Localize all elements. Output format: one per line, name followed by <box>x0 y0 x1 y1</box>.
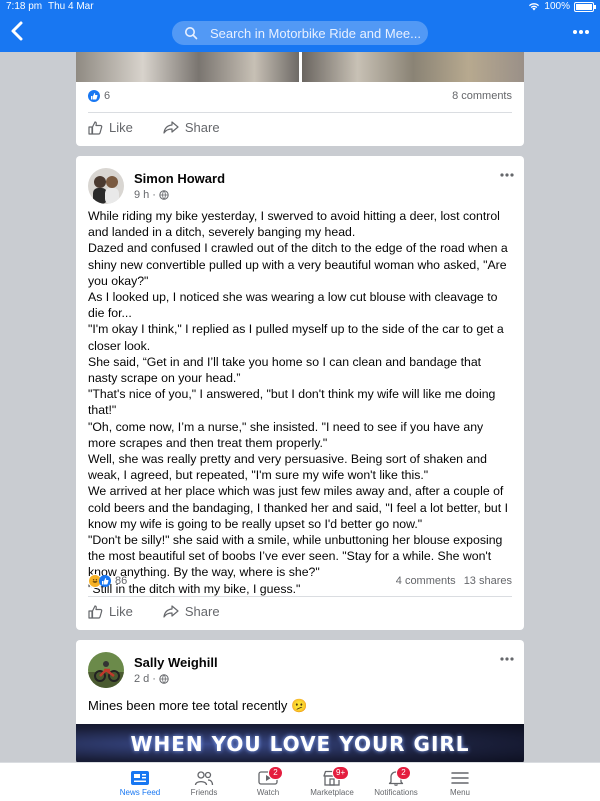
avatar[interactable] <box>88 652 124 688</box>
divider <box>88 112 512 113</box>
tab-label: News Feed <box>119 788 161 797</box>
post-card-2: Simon Howard 9 h · While riding my bike … <box>76 156 524 630</box>
avatar[interactable] <box>88 168 124 204</box>
post-text-line: As I looked up, I noticed she was wearin… <box>88 290 498 321</box>
post-text-line: "That's nice of you," I answered, "but I… <box>88 387 496 418</box>
battery-percent: 100% <box>544 1 570 12</box>
post-card-3: Sally Weighill 2 d · Mines been more tee… <box>76 640 524 764</box>
share-label: Share <box>184 604 220 619</box>
post-header: Sally Weighill 2 d · <box>88 652 218 688</box>
post-options-button[interactable] <box>500 164 514 180</box>
status-date: Thu 4 Mar <box>48 1 94 12</box>
like-label: Like <box>109 604 133 619</box>
search-placeholder: Search in Motorbike Ride and Mee... <box>210 25 421 41</box>
status-bar: 7:18 pm Thu 4 Mar 100% <box>0 0 600 14</box>
post-text-line: "I'm okay I think," I replied as I pulle… <box>88 322 504 353</box>
notification-badge: 9+ <box>332 766 350 780</box>
share-arrow-icon <box>163 121 179 134</box>
reaction-count: 6 <box>104 90 111 102</box>
tab-label: Menu <box>449 788 470 797</box>
divider <box>88 596 512 597</box>
tab-friends[interactable]: Friends <box>171 763 237 801</box>
back-button[interactable] <box>10 20 24 47</box>
post-actions: Like Share <box>88 604 220 619</box>
chevron-left-icon <box>11 21 23 41</box>
post-reactions[interactable]: 6 8 comments <box>88 90 512 102</box>
like-button[interactable]: Like <box>88 120 133 135</box>
author-name[interactable]: Simon Howard <box>134 171 225 186</box>
news-feed-icon <box>131 771 149 785</box>
post-meta: 2 d · <box>134 673 218 685</box>
thumbs-up-icon <box>88 120 103 135</box>
post-text-line: While riding my bike yesterday, I swerve… <box>88 209 500 240</box>
tab-watch[interactable]: 2 Watch <box>235 763 301 801</box>
group-search-field[interactable]: Search in Motorbike Ride and Mee... <box>172 21 428 45</box>
post-card-1: 6 8 comments Like Share <box>76 52 524 146</box>
group-privacy-icon <box>159 674 169 684</box>
post-text-line: We arrived at her place which was just f… <box>88 484 509 531</box>
post-reactions[interactable]: 86 4 comments 13 shares <box>88 574 512 588</box>
post-header: Simon Howard 9 h · <box>88 168 225 204</box>
post-text-line: "Oh, come now, I’m a nurse," she insiste… <box>88 419 484 450</box>
post-meta: 9 h · <box>134 189 225 201</box>
share-button[interactable]: Share <box>163 120 220 135</box>
post-options-button[interactable] <box>500 648 514 664</box>
hamburger-menu-icon <box>451 772 469 784</box>
post-time[interactable]: 9 h <box>134 189 149 201</box>
tab-menu[interactable]: Menu <box>427 763 493 801</box>
group-header: Search in Motorbike Ride and Mee... <box>0 14 600 52</box>
post-text: Mines been more tee total recently 🫤 <box>88 698 308 713</box>
comment-count[interactable]: 8 comments <box>452 90 512 102</box>
status-right: 100% <box>528 1 596 12</box>
like-label: Like <box>109 120 133 135</box>
thumbs-up-icon <box>88 604 103 619</box>
more-dots-icon <box>500 173 514 177</box>
author-name[interactable]: Sally Weighill <box>134 655 218 670</box>
more-dots-icon <box>500 657 514 661</box>
friends-icon <box>194 771 214 786</box>
post-text: While riding my bike yesterday, I swerve… <box>88 208 512 597</box>
comment-count[interactable]: 4 comments <box>396 575 456 587</box>
tab-label: Friends <box>190 788 218 797</box>
search-icon <box>184 26 204 40</box>
post-text-line: Dazed and confused I crawled out of the … <box>88 241 508 288</box>
tab-notifications[interactable]: 2 Notifications <box>363 763 429 801</box>
bottom-tab-bar: News Feed Friends 2 Watch 9+ Marketplace… <box>0 762 600 801</box>
post-image-strip[interactable] <box>76 52 524 82</box>
battery-icon <box>574 1 596 12</box>
post-image-caption: WHEN YOU LOVE YOUR GIRL <box>130 732 470 756</box>
like-button[interactable]: Like <box>88 604 133 619</box>
share-arrow-icon <box>163 605 179 618</box>
share-label: Share <box>184 120 220 135</box>
tab-marketplace[interactable]: 9+ Marketplace <box>299 763 365 801</box>
tab-label: Marketplace <box>310 788 354 797</box>
tab-label: Watch <box>256 788 280 797</box>
post-actions: Like Share <box>88 120 220 135</box>
like-reaction-icon <box>88 90 100 102</box>
post-text-line: She said, “Get in and I’ll take you home… <box>88 354 482 386</box>
like-reaction-icon <box>99 575 111 587</box>
share-count[interactable]: 13 shares <box>464 575 512 587</box>
more-dots-icon <box>573 30 589 34</box>
post-image[interactable]: WHEN YOU LOVE YOUR GIRL <box>76 724 524 764</box>
notification-badge: 2 <box>268 766 283 780</box>
post-text-line: Well, she was really pretty and very per… <box>88 452 487 483</box>
status-time: 7:18 pm <box>6 1 43 12</box>
share-button[interactable]: Share <box>163 604 220 619</box>
tab-label: Notifications <box>374 788 418 797</box>
wifi-icon <box>529 3 540 11</box>
more-options-button[interactable] <box>572 22 590 40</box>
group-privacy-icon <box>159 190 169 200</box>
tab-news-feed[interactable]: News Feed <box>107 763 173 801</box>
post-time[interactable]: 2 d <box>134 673 149 685</box>
reaction-count: 86 <box>115 575 128 587</box>
notification-badge: 2 <box>396 766 411 780</box>
